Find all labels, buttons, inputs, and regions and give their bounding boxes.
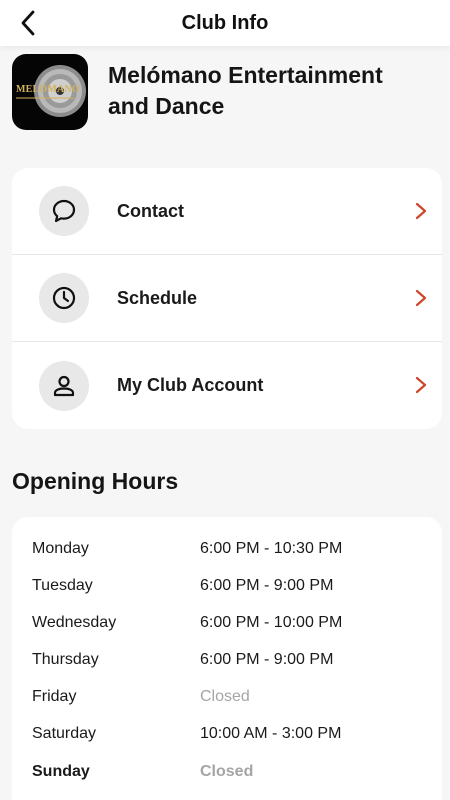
hours-value: 10:00 AM - 3:00 PM: [200, 725, 342, 742]
hours-value: 6:00 PM - 10:30 PM: [200, 540, 343, 557]
page-title: Club Info: [181, 11, 269, 34]
hours-row-friday: Friday Closed: [32, 685, 432, 709]
logo-wordmark: MELÓMANO: [16, 84, 80, 95]
chevron-right-icon: [415, 289, 427, 307]
hours-value: 6:00 PM - 9:00 PM: [200, 651, 334, 668]
menu-icon-circle: [39, 186, 89, 236]
menu-icon-circle: [39, 273, 89, 323]
person-icon: [53, 375, 75, 396]
clock-icon: [52, 286, 76, 310]
opening-hours-card: Monday 6:00 PM - 10:30 PM Tuesday 6:00 P…: [12, 517, 442, 800]
chevron-right-icon: [415, 202, 427, 220]
club-header: MELÓMANO Melómano Entertainment and Danc…: [12, 54, 428, 130]
hours-value-closed: Closed: [200, 688, 250, 705]
hours-value: 6:00 PM - 9:00 PM: [200, 577, 334, 594]
hours-row-thursday: Thursday 6:00 PM - 9:00 PM: [32, 648, 432, 672]
hours-value-closed: Closed: [200, 763, 254, 780]
day-label: Saturday: [32, 725, 97, 742]
day-label: Thursday: [32, 651, 99, 668]
contact-menu-item[interactable]: Contact: [12, 168, 442, 255]
chevron-right-icon: [415, 376, 427, 394]
day-label: Tuesday: [32, 577, 93, 594]
hours-row-wednesday: Wednesday 6:00 PM - 10:00 PM: [32, 611, 432, 635]
top-bar: Club Info: [0, 0, 450, 46]
menu-icon-circle: [39, 360, 89, 411]
day-label: Friday: [32, 688, 77, 705]
menu-label: Contact: [117, 200, 184, 221]
day-label: Wednesday: [32, 614, 117, 631]
hours-row-monday: Monday 6:00 PM - 10:30 PM: [32, 537, 432, 561]
back-button[interactable]: [12, 7, 44, 39]
day-label: Monday: [32, 540, 89, 557]
menu-label: My Club Account: [117, 375, 264, 395]
hours-row-tuesday: Tuesday 6:00 PM - 9:00 PM: [32, 574, 432, 598]
day-label: Sunday: [32, 763, 90, 780]
hours-value: 6:00 PM - 10:00 PM: [200, 614, 343, 631]
my-club-account-menu-item[interactable]: My Club Account: [12, 342, 442, 429]
chat-bubble-icon: [52, 199, 76, 223]
club-name: Melómano Entertainment and Dance: [108, 62, 383, 119]
hours-row-saturday: Saturday 10:00 AM - 3:00 PM: [32, 722, 432, 746]
menu-label: Schedule: [117, 287, 198, 308]
schedule-menu-item[interactable]: Schedule: [12, 255, 442, 342]
club-logo: MELÓMANO: [12, 54, 88, 130]
opening-hours-heading: Opening Hours: [12, 468, 179, 494]
chevron-left-icon: [21, 10, 35, 36]
club-menu-card: Contact Schedule My Club Account: [12, 168, 442, 429]
hours-row-sunday: Sunday Closed: [32, 760, 432, 784]
